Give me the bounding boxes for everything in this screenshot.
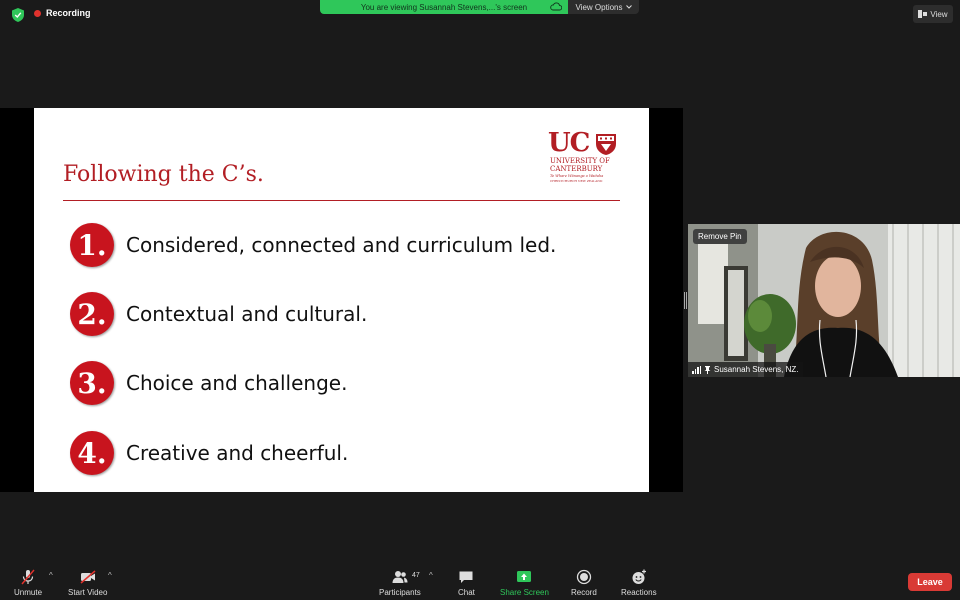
reactions-icon: [632, 569, 646, 584]
view-label: View: [930, 9, 948, 19]
point-number: 1.: [70, 223, 114, 267]
unmute-label: Unmute: [14, 588, 43, 597]
slide-point: 3. Choice and challenge.: [70, 361, 347, 405]
slide-point: 1. Considered, connected and curriculum …: [70, 223, 556, 267]
video-off-icon: [80, 570, 96, 584]
unmute-button[interactable]: Unmute: [14, 569, 42, 597]
reactions-label: Reactions: [621, 588, 657, 597]
record-icon: [576, 569, 592, 585]
logo-line-3: Te Whare Wānanga o Waitaha: [550, 174, 604, 178]
view-button[interactable]: View: [913, 5, 953, 23]
slide-point: 2. Contextual and cultural.: [70, 292, 367, 336]
participant-video: [688, 224, 960, 377]
view-options-button[interactable]: View Options: [568, 0, 639, 14]
chat-label: Chat: [458, 588, 475, 597]
start-video-button[interactable]: Start Video: [68, 569, 107, 597]
muted-microphone-icon: [21, 569, 35, 585]
participant-video-tile[interactable]: Remove Pin Susannah Stevens, NZ.: [688, 224, 960, 377]
chevron-down-icon: [625, 5, 632, 9]
participant-count: 47: [412, 572, 420, 579]
pin-icon: [704, 365, 711, 374]
logo-line-2: CANTERBURY: [550, 165, 603, 173]
record-button[interactable]: Record: [571, 569, 597, 597]
screen-share-banner: You are viewing Susannah Stevens,...'s s…: [320, 0, 568, 14]
point-text: Contextual and cultural.: [126, 302, 368, 326]
start-video-label: Start Video: [68, 588, 108, 597]
record-label: Record: [571, 588, 597, 597]
share-screen-button[interactable]: Share Screen: [500, 569, 549, 597]
presentation-slide: Following the C’s. UC UNIVERSITY OF CANT…: [34, 108, 649, 492]
chat-button[interactable]: Chat: [458, 569, 475, 597]
crest-icon: [596, 134, 616, 155]
participants-icon: [392, 571, 408, 583]
view-options-label: View Options: [575, 2, 623, 12]
gallery-view-icon: [918, 10, 928, 18]
slide-divider: [63, 200, 620, 201]
meeting-window: Recording You are viewing Susannah Steve…: [0, 0, 960, 600]
recording-label: Recording: [46, 8, 91, 18]
chat-icon: [459, 571, 473, 583]
signal-icon: [692, 365, 701, 374]
leave-button[interactable]: Leave: [908, 573, 952, 591]
banner-text: You are viewing Susannah Stevens,...'s s…: [360, 2, 528, 12]
point-text: Considered, connected and curriculum led…: [126, 233, 557, 257]
university-logo: UC UNIVERSITY OF CANTERBURY Te Whare Wān…: [548, 130, 622, 186]
point-number: 2.: [70, 292, 114, 336]
logo-letters: UC: [548, 128, 590, 158]
remove-pin-button[interactable]: Remove Pin: [693, 229, 747, 244]
recording-indicator[interactable]: Recording: [34, 8, 91, 18]
logo-line-4: CHRISTCHURCH NEW ZEALAND: [550, 179, 603, 183]
logo-line-1: UNIVERSITY OF: [550, 157, 610, 165]
participants-label: Participants: [379, 588, 421, 597]
share-screen-icon: [517, 571, 532, 582]
point-text: Choice and challenge.: [126, 371, 348, 395]
resize-handle[interactable]: [684, 292, 687, 309]
recording-dot-icon: [34, 9, 41, 17]
meeting-toolbar: Unmute ^ Start Video ^ Participants 47 ^: [0, 564, 960, 600]
point-number: 3.: [70, 361, 114, 405]
shared-screen[interactable]: Following the C’s. UC UNIVERSITY OF CANT…: [0, 108, 683, 492]
point-text: Creative and cheerful.: [126, 441, 349, 465]
cloud-icon: [550, 2, 562, 11]
shield-icon[interactable]: [12, 8, 24, 22]
participant-name: Susannah Stevens, NZ.: [714, 365, 799, 374]
reactions-button[interactable]: Reactions: [621, 569, 657, 597]
slide-title: Following the C’s.: [63, 162, 264, 187]
point-number: 4.: [70, 431, 114, 475]
slide-point: 4. Creative and cheerful.: [70, 431, 348, 475]
participants-caret-icon[interactable]: ^: [429, 571, 433, 580]
share-screen-label: Share Screen: [500, 588, 549, 597]
audio-options-caret-icon[interactable]: ^: [49, 571, 53, 580]
video-options-caret-icon[interactable]: ^: [108, 571, 112, 580]
participant-name-bar: Susannah Stevens, NZ.: [688, 362, 803, 377]
